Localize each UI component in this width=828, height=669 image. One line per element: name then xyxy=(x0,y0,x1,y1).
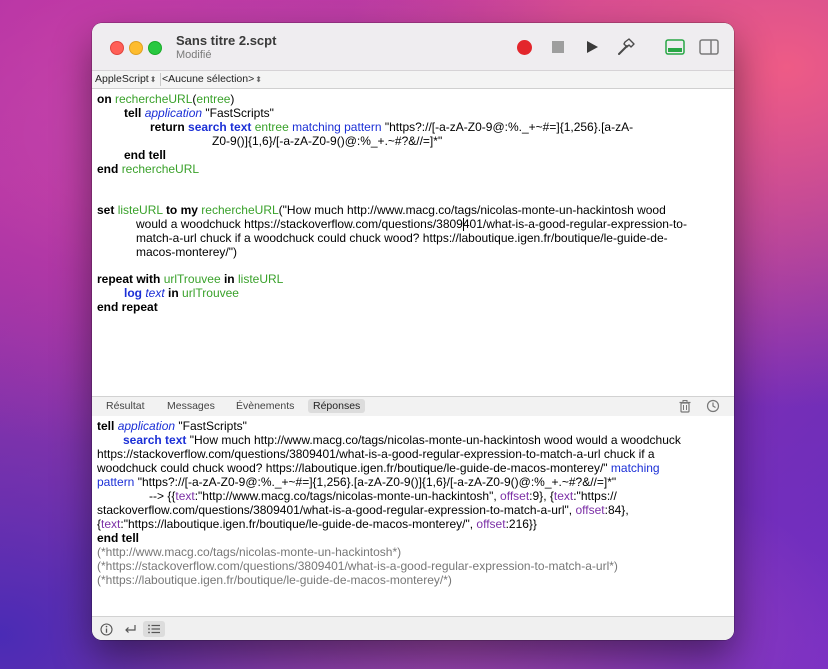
record-icon xyxy=(516,39,532,55)
document-status: Modifié xyxy=(176,49,212,61)
stop-icon xyxy=(552,41,564,53)
code-line: end tell xyxy=(124,148,167,162)
log-comment: (*http://www.macg.co/tags/nicolas-monte-… xyxy=(97,545,402,559)
log-comment: (*https://laboutique.igen.fr/boutique/le… xyxy=(97,573,452,587)
popup-chevrons-icon: ⬍ xyxy=(255,75,262,84)
code-line: return search text entree matching patte… xyxy=(150,120,634,134)
log-line: search text "How much http://www.macg.co… xyxy=(123,433,681,447)
show-side-pane-button[interactable] xyxy=(698,37,720,57)
trash-icon[interactable] xyxy=(678,399,692,413)
clock-icon[interactable] xyxy=(706,399,720,413)
code-line: Z0-9()]{1,6}/[-a-zA-Z0-9()@:%_+.~#?&//=]… xyxy=(212,134,443,148)
log-line: https://stackoverflow.com/questions/3809… xyxy=(97,447,655,461)
bottom-toolbar xyxy=(92,616,734,640)
log-line: pattern "https?://[-a-zA-Z0-9@:%._+~#=]{… xyxy=(97,475,617,489)
tab-replies[interactable]: Réponses xyxy=(308,399,366,413)
record-button[interactable] xyxy=(514,37,534,57)
code-line: tell application "FastScripts" xyxy=(124,106,274,120)
log-line: end tell xyxy=(97,531,140,545)
hammer-icon xyxy=(618,38,635,55)
popup-chevrons-icon: ⬍ xyxy=(149,75,157,84)
list-icon xyxy=(148,624,160,634)
nav-divider xyxy=(160,73,161,86)
zoom-window-button[interactable] xyxy=(148,41,162,55)
language-popup[interactable]: AppleScript⬍ xyxy=(95,73,156,85)
bottom-pane-icon xyxy=(665,39,685,55)
info-button[interactable] xyxy=(95,621,117,637)
log-comment: (*https://stackoverflow.com/questions/38… xyxy=(97,559,618,573)
handler-selection-popup[interactable]: <Aucune sélection>⬍ xyxy=(162,73,262,85)
tab-events[interactable]: Évènements xyxy=(231,399,299,413)
code-line: end rechercheURL xyxy=(97,162,200,176)
log-view-button[interactable] xyxy=(143,621,165,637)
code-line: macos-monterey/") xyxy=(136,245,237,259)
replies-log[interactable]: tell application "FastScripts" search te… xyxy=(92,416,734,616)
compile-button[interactable] xyxy=(616,37,636,57)
run-button[interactable] xyxy=(582,37,602,57)
code-line: end repeat xyxy=(97,300,158,314)
code-line: log text in urlTrouvee xyxy=(124,286,239,300)
log-line: {text:"https://laboutique.igen.fr/boutiq… xyxy=(97,517,537,531)
play-icon xyxy=(587,41,598,53)
text-cursor xyxy=(463,218,464,231)
log-line: tell application "FastScripts" xyxy=(97,419,247,433)
info-icon xyxy=(99,622,113,636)
show-bottom-pane-button[interactable] xyxy=(664,37,686,57)
title-bar: Sans titre 2.scpt Modifié xyxy=(92,23,734,71)
script-editor[interactable]: on rechercheURL(entree) tell application… xyxy=(92,89,734,415)
code-line: repeat with urlTrouvee in listeURL xyxy=(97,272,284,286)
code-line: match-a-url chuck if a woodchuck could c… xyxy=(136,231,668,245)
log-tab-bar: Résultat Messages Évènements Réponses xyxy=(92,396,734,417)
code-line: would a woodchuck https://stackoverflow.… xyxy=(136,217,687,231)
script-editor-window: Sans titre 2.scpt Modifié AppleScript⬍ <… xyxy=(92,23,734,640)
side-pane-icon xyxy=(699,39,719,55)
log-line: woodchuck could chuck wood? https://labo… xyxy=(97,461,660,475)
navigation-bar: AppleScript⬍ <Aucune sélection>⬍ xyxy=(92,71,734,89)
close-window-button[interactable] xyxy=(110,41,124,55)
code-line: set listeURL to my rechercheURL("How muc… xyxy=(97,203,666,217)
tab-messages[interactable]: Messages xyxy=(162,399,220,413)
return-arrow-icon xyxy=(125,625,136,633)
log-line: stackoverflow.com/questions/3809401/what… xyxy=(97,503,629,517)
log-line: --> {{text:"http://www.macg.co/tags/nico… xyxy=(149,489,617,503)
minimize-window-button[interactable] xyxy=(129,41,143,55)
stop-button[interactable] xyxy=(548,37,568,57)
tab-result[interactable]: Résultat xyxy=(101,399,150,413)
window-title: Sans titre 2.scpt xyxy=(176,33,277,48)
return-value-button[interactable] xyxy=(119,621,141,637)
code-line: on rechercheURL(entree) xyxy=(97,92,235,106)
